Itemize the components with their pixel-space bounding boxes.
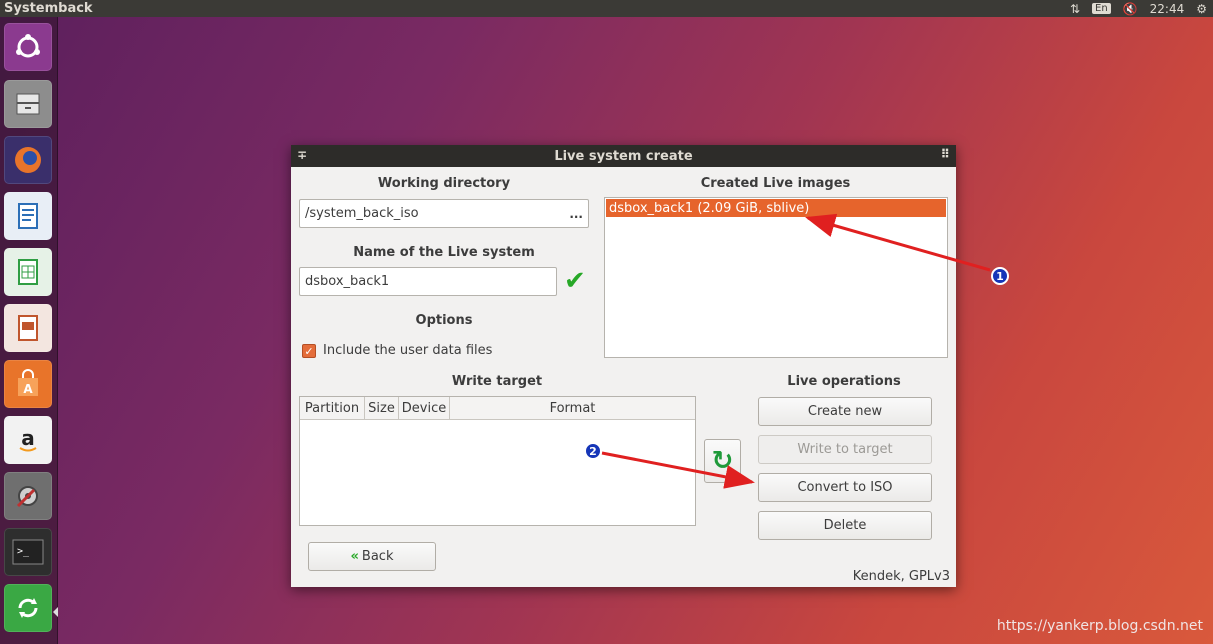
column-device[interactable]: Device xyxy=(399,397,450,419)
options-label: Options xyxy=(415,313,473,328)
indicator-area: ⇅ En 🔇 22:44 ⚙ xyxy=(1070,2,1213,16)
file-cabinet-icon[interactable] xyxy=(4,80,52,128)
created-live-images-list[interactable]: dsbox_back1 (2.09 GiB, sblive) xyxy=(604,197,948,358)
window-titlebar[interactable]: ∓ Live system create ⠿ xyxy=(291,145,956,167)
volume-muted-icon[interactable]: 🔇 xyxy=(1123,2,1138,16)
list-item[interactable]: dsbox_back1 (2.09 GiB, sblive) xyxy=(606,199,946,217)
recycle-icon[interactable] xyxy=(4,584,52,632)
network-icon[interactable]: ⇅ xyxy=(1070,2,1080,16)
write-to-target-button[interactable]: Write to target xyxy=(758,435,932,464)
gear-icon[interactable]: ⚙ xyxy=(1196,2,1207,16)
window-title: Live system create xyxy=(554,148,693,164)
active-app-indicator xyxy=(53,607,58,617)
spreadsheet-icon[interactable] xyxy=(4,248,52,296)
document-icon[interactable] xyxy=(4,192,52,240)
working-directory-value: /system_back_iso xyxy=(305,206,419,221)
keyboard-layout-indicator[interactable]: En xyxy=(1092,3,1111,14)
refresh-icon: ↻ xyxy=(711,446,734,476)
browse-button[interactable]: ... xyxy=(569,207,583,221)
table-header: Partition Size Device Format xyxy=(300,397,695,420)
convert-to-iso-button[interactable]: Convert to ISO xyxy=(758,473,932,502)
svg-text:>_: >_ xyxy=(17,546,30,557)
pin-icon[interactable]: ∓ xyxy=(297,148,307,162)
create-new-button[interactable]: Create new xyxy=(758,397,932,426)
column-partition[interactable]: Partition xyxy=(300,397,365,419)
launcher: A a >_ xyxy=(0,17,58,644)
back-button[interactable]: « Back xyxy=(308,542,436,571)
presentation-icon[interactable] xyxy=(4,304,52,352)
double-chevron-left-icon: « xyxy=(350,549,359,564)
include-user-data-label[interactable]: Include the user data files xyxy=(323,343,492,358)
live-name-label: Name of the Live system xyxy=(353,245,535,260)
delete-button[interactable]: Delete xyxy=(758,511,932,540)
svg-text:A: A xyxy=(23,382,33,396)
top-panel: Systemback ⇅ En 🔇 22:44 ⚙ xyxy=(0,0,1213,17)
working-directory-label: Working directory xyxy=(377,176,511,191)
live-name-value: dsbox_back1 xyxy=(305,274,390,289)
write-target-label: Write target xyxy=(451,374,543,389)
clock[interactable]: 22:44 xyxy=(1150,2,1185,16)
working-directory-field[interactable]: /system_back_iso ... xyxy=(299,199,589,228)
live-name-input[interactable]: dsbox_back1 xyxy=(299,267,557,296)
live-operations-label: Live operations xyxy=(787,374,901,389)
wrench-gear-icon[interactable] xyxy=(4,472,52,520)
include-user-data-checkbox[interactable]: ✓ xyxy=(302,344,316,358)
back-button-label: Back xyxy=(361,549,394,564)
valid-check-icon: ✔ xyxy=(564,266,586,296)
amazon-icon[interactable]: a xyxy=(4,416,52,464)
refresh-button[interactable]: ↻ xyxy=(704,439,741,483)
column-format[interactable]: Format xyxy=(450,397,695,419)
column-size[interactable]: Size xyxy=(365,397,399,419)
window-menu-icon[interactable]: ⠿ xyxy=(941,147,950,161)
shopping-bag-icon[interactable]: A xyxy=(4,360,52,408)
live-system-create-window: ∓ Live system create ⠿ Working directory… xyxy=(291,145,956,587)
ubuntu-icon[interactable] xyxy=(4,23,52,71)
license-credit: Kendek, GPLv3 xyxy=(852,569,950,584)
firefox-icon[interactable] xyxy=(4,136,52,184)
terminal-icon[interactable]: >_ xyxy=(4,528,52,576)
app-title: Systemback xyxy=(4,1,93,16)
write-target-table[interactable]: Partition Size Device Format xyxy=(299,396,696,526)
annotation-badge-2: 2 xyxy=(584,442,602,460)
svg-text:a: a xyxy=(21,426,35,450)
created-live-images-label: Created Live images xyxy=(700,176,851,191)
annotation-badge-1: 1 xyxy=(991,267,1009,285)
watermark: https://yankerp.blog.csdn.net xyxy=(996,618,1203,634)
